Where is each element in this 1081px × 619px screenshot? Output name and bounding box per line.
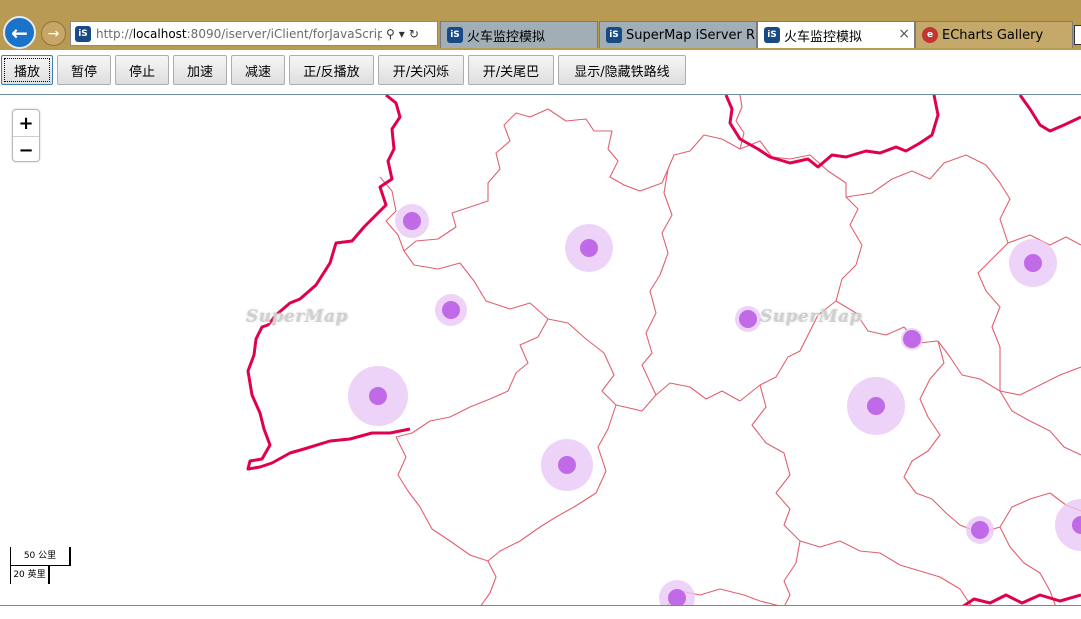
tab-supermap-iserver[interactable]: iS SuperMap iServer R...: [599, 21, 757, 48]
tab-echarts-gallery[interactable]: e ECharts Gallery: [915, 21, 1073, 48]
zoom-control: + −: [12, 109, 40, 162]
speed-up-button[interactable]: 加速: [173, 55, 227, 85]
province-border: [724, 95, 940, 169]
train-markers: [348, 204, 1081, 606]
search-icon[interactable]: ⚲: [386, 27, 395, 41]
county-border: [395, 436, 497, 605]
county-border: [903, 340, 1001, 534]
address-bar[interactable]: iS http://localhost:8090/iserver/iClient…: [70, 21, 438, 46]
scale-metric: 50 公里: [10, 547, 71, 566]
train-marker[interactable]: [435, 294, 467, 326]
echarts-icon: e: [922, 27, 938, 43]
iserver-icon: iS: [606, 27, 622, 43]
slow-down-button[interactable]: 减速: [231, 55, 285, 85]
browser-chrome: ← → iS http://localhost:8090/iserver/iCl…: [0, 0, 1081, 50]
play-button[interactable]: 播放: [1, 55, 53, 85]
map-viewport[interactable]: SuperMap SuperMap + − 50 公里 20 英里: [0, 94, 1081, 606]
county-border: [667, 134, 863, 386]
new-tab-button[interactable]: [1074, 25, 1081, 45]
province-border: [1018, 95, 1081, 133]
back-arrow-icon: ←: [11, 20, 28, 45]
train-marker[interactable]: [659, 580, 695, 606]
forward-arrow-icon: →: [47, 25, 60, 42]
tab-label: 火车监控模拟: [467, 29, 546, 45]
chevron-down-icon[interactable]: ▾: [399, 27, 405, 41]
county-border: [845, 154, 1011, 391]
tab-label: SuperMap iServer R...: [626, 27, 757, 43]
county-border: [395, 250, 549, 438]
county-border: [799, 540, 972, 605]
close-icon[interactable]: ×: [898, 26, 910, 42]
tab-label: 火车监控模拟: [784, 29, 863, 45]
county-border: [547, 318, 761, 412]
zoom-in-button[interactable]: +: [13, 110, 39, 137]
supermap-watermark: SuperMap: [246, 307, 349, 327]
tab-train-monitor-active[interactable]: iS 火车监控模拟 ×: [757, 21, 915, 48]
county-border: [751, 384, 801, 605]
train-marker[interactable]: [1055, 499, 1081, 551]
province-borders: [246, 95, 1081, 605]
address-url[interactable]: http://localhost:8090/iserver/iClient/fo…: [96, 27, 382, 41]
stop-button[interactable]: 停止: [115, 55, 169, 85]
iserver-icon: iS: [764, 27, 780, 43]
train-marker[interactable]: [966, 516, 994, 544]
back-button[interactable]: ←: [3, 16, 36, 49]
map-canvas: [246, 95, 1081, 606]
control-toolbar: 播放 暂停 停止 加速 减速 正/反播放 开/关闪烁 开/关尾巴 显示/隐藏铁路…: [0, 50, 1081, 94]
province-border: [962, 593, 1081, 605]
tab-label: ECharts Gallery: [942, 27, 1044, 43]
train-marker[interactable]: [1009, 239, 1057, 287]
train-marker[interactable]: [541, 439, 593, 491]
supermap-watermark: SuperMap: [760, 307, 863, 327]
iserver-icon: iS: [75, 25, 91, 42]
train-marker[interactable]: [735, 306, 761, 332]
toggle-tail-button[interactable]: 开/关尾巴: [468, 55, 554, 85]
tab-train-monitor-1[interactable]: iS 火车监控模拟: [440, 21, 598, 48]
county-border: [999, 390, 1081, 456]
scale-imperial: 20 英里: [10, 566, 50, 584]
train-marker[interactable]: [395, 204, 429, 238]
train-marker[interactable]: [847, 377, 905, 435]
forward-button[interactable]: →: [41, 21, 66, 46]
scale-bar: 50 公里 20 英里: [10, 547, 72, 589]
toggle-railway-button[interactable]: 显示/隐藏铁路线: [558, 55, 686, 85]
train-marker[interactable]: [901, 328, 923, 350]
county-border: [641, 168, 673, 396]
toggle-flash-button[interactable]: 开/关闪烁: [378, 55, 464, 85]
county-border: [999, 526, 1056, 605]
train-marker[interactable]: [348, 366, 408, 426]
zoom-out-button[interactable]: −: [13, 137, 39, 163]
iserver-icon: iS: [447, 27, 463, 43]
pause-button[interactable]: 暂停: [57, 55, 111, 85]
reverse-play-button[interactable]: 正/反播放: [289, 55, 374, 85]
train-marker[interactable]: [565, 224, 613, 272]
refresh-icon[interactable]: ↻: [409, 27, 419, 41]
